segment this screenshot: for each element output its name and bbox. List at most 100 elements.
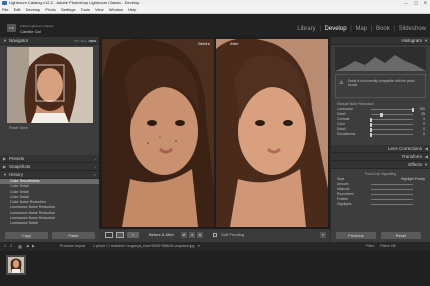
previous-button[interactable]: Previous bbox=[336, 232, 376, 239]
vignette-row[interactable]: Highlights bbox=[331, 202, 430, 207]
slider-knob[interactable] bbox=[369, 127, 373, 132]
loupe-view-icon[interactable] bbox=[105, 232, 113, 238]
slider-track[interactable] bbox=[371, 134, 413, 136]
noise-title: Manual Noise Reduction bbox=[337, 102, 374, 106]
navigator-header[interactable]: ▼ Navigator FIT FILL 100% bbox=[0, 37, 99, 45]
detail-notice-box: ⚠ Detail is not currently compatible wit… bbox=[335, 74, 426, 98]
page-1-button[interactable]: 1 bbox=[4, 242, 6, 251]
view-mode-label: Before & After bbox=[149, 232, 174, 237]
slider-knob[interactable] bbox=[380, 112, 383, 117]
yy-view-icon[interactable] bbox=[116, 232, 124, 238]
soft-proofing-label: Soft Proofing bbox=[221, 232, 245, 237]
slider-track[interactable] bbox=[371, 129, 413, 131]
warning-icon: ⚠ bbox=[339, 80, 344, 86]
slider-track[interactable] bbox=[371, 204, 413, 206]
histogram-chart bbox=[335, 47, 426, 71]
menu-window[interactable]: Window bbox=[109, 7, 123, 12]
left-panel: ▼ Navigator FIT FILL 100% Preset: None ▶… bbox=[0, 37, 99, 242]
paste-button[interactable]: Paste bbox=[52, 232, 95, 239]
source-label[interactable]: Previous Import bbox=[60, 242, 85, 251]
module-map[interactable]: Map bbox=[355, 26, 367, 32]
filter-select[interactable]: Filters Off bbox=[380, 242, 396, 251]
before-label: Before bbox=[198, 41, 210, 46]
info-dropdown-icon[interactable]: ▾ bbox=[198, 242, 200, 251]
zoom-100[interactable]: 100% bbox=[88, 39, 96, 43]
slider-label: Smoothness bbox=[337, 132, 356, 136]
copy-button[interactable]: Copy bbox=[5, 232, 48, 239]
filmstrip bbox=[0, 251, 430, 286]
slider-track[interactable] bbox=[371, 119, 413, 121]
slider-track[interactable] bbox=[371, 189, 413, 191]
history-header[interactable]: ▼ History ✕ bbox=[0, 171, 99, 179]
slider-track[interactable] bbox=[371, 109, 413, 111]
soft-proofing-checkbox[interactable] bbox=[213, 233, 217, 237]
reset-button[interactable]: Reset bbox=[381, 232, 421, 239]
module-develop[interactable]: Develop bbox=[325, 26, 347, 32]
transform-header[interactable]: Transform ◀ bbox=[331, 153, 430, 161]
effects-header[interactable]: Effects ▼ bbox=[331, 161, 430, 169]
menu-settings[interactable]: Settings bbox=[61, 7, 75, 12]
lens-corrections-header[interactable]: Lens Corrections ◀ bbox=[331, 145, 430, 153]
histogram-title: Histogram bbox=[401, 38, 422, 43]
clear-history-icon[interactable]: ✕ bbox=[93, 171, 96, 179]
app-icon bbox=[2, 1, 7, 5]
after-label: After bbox=[230, 41, 239, 46]
user-name: Camille Gal bbox=[20, 29, 41, 34]
zoom-fit[interactable]: FIT bbox=[74, 39, 79, 43]
add-snapshot-icon[interactable]: + bbox=[94, 163, 96, 171]
menu-view[interactable]: View bbox=[95, 7, 104, 12]
menu-tools[interactable]: Tools bbox=[81, 7, 90, 12]
right-panel: Histogram ▼ ⚠ Detail is not currently co… bbox=[331, 37, 430, 242]
navigator-title: Navigator bbox=[9, 38, 29, 43]
swap-settings-icon[interactable]: ⇆ bbox=[197, 232, 203, 238]
filter-label: Filter: bbox=[366, 244, 375, 248]
menu-bar: File Edit Develop Photo Settings Tools V… bbox=[0, 6, 430, 14]
back-icon[interactable]: ◀ bbox=[26, 242, 29, 251]
presets-header[interactable]: ▶ Presets + bbox=[0, 155, 99, 163]
zoom-fill[interactable]: FILL bbox=[81, 39, 87, 43]
slider-track[interactable] bbox=[371, 184, 413, 186]
forward-icon[interactable]: ▶ bbox=[32, 242, 35, 251]
menu-help[interactable]: Help bbox=[128, 7, 136, 12]
add-preset-icon[interactable]: + bbox=[94, 155, 96, 163]
module-slideshow[interactable]: Slideshow bbox=[399, 26, 426, 32]
slider-knob[interactable] bbox=[411, 107, 415, 112]
swap-icon[interactable]: ⇄ bbox=[181, 232, 187, 238]
detail-notice-text: Detail is not currently compatible with … bbox=[348, 79, 415, 88]
film-thumbnail[interactable] bbox=[6, 255, 26, 275]
grid-icon[interactable]: ▦ bbox=[18, 242, 22, 251]
slider-track[interactable] bbox=[371, 194, 413, 196]
module-library[interactable]: Library bbox=[297, 26, 315, 32]
slider-knob[interactable] bbox=[369, 117, 373, 122]
slider-knob[interactable] bbox=[369, 132, 373, 137]
lrc-logo: LrC bbox=[7, 24, 16, 32]
snapshots-header[interactable]: ▶ Snapshots + bbox=[0, 163, 99, 171]
navigator-photo bbox=[7, 47, 93, 123]
before-photo: Before bbox=[102, 39, 214, 227]
photo-info: 1 photo / 1 selected / eugenya_rosa+8099… bbox=[93, 244, 195, 248]
toolbar-menu-icon[interactable]: ▾ bbox=[320, 232, 326, 238]
module-book[interactable]: Book bbox=[376, 26, 390, 32]
menu-develop[interactable]: Develop bbox=[26, 7, 41, 12]
slider-knob[interactable] bbox=[369, 122, 373, 127]
menu-file[interactable]: File bbox=[2, 7, 8, 12]
catalog-name: Adobe Lightroom Classic bbox=[20, 24, 54, 28]
vignette-controls: Style Highlight Priority Amount Midpoint Rou… bbox=[331, 177, 430, 207]
page-2-button[interactable]: 2 bbox=[10, 242, 12, 251]
menu-photo[interactable]: Photo bbox=[45, 7, 55, 12]
left-buttons: Copy Paste bbox=[5, 232, 95, 240]
copy-settings-icon[interactable]: ⇉ bbox=[189, 232, 195, 238]
photo-view[interactable]: Before After bbox=[99, 37, 330, 229]
module-picker: Library | Develop | Map | Book | Slidesh… bbox=[297, 26, 426, 32]
history-list: Color Smoothness Color Detail Color Detail… bbox=[0, 179, 99, 227]
history-item[interactable]: Luminance Detail bbox=[0, 221, 99, 226]
histogram-header[interactable]: Histogram ▼ bbox=[331, 37, 430, 45]
slider-value[interactable]: 0 bbox=[423, 132, 425, 137]
navigator-preview[interactable] bbox=[7, 47, 93, 123]
slider-track[interactable] bbox=[371, 114, 413, 116]
slider-track[interactable] bbox=[371, 199, 413, 201]
slider-row[interactable]: Smoothness 0 bbox=[331, 132, 430, 137]
slider-track[interactable] bbox=[371, 124, 413, 126]
yy-mode-select[interactable]: ▾ bbox=[127, 232, 139, 238]
menu-edit[interactable]: Edit bbox=[14, 7, 21, 12]
